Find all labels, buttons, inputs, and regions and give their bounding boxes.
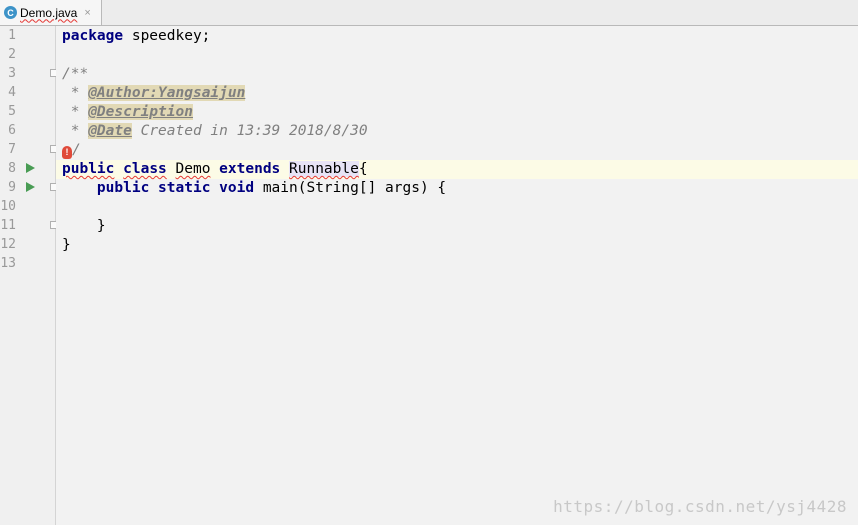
gutter-line: 4 (0, 83, 55, 102)
error-bulb-icon[interactable]: ! (62, 146, 72, 159)
gutter-line: 8 (0, 159, 55, 178)
line-number: 6 (8, 123, 16, 138)
line-number: 2 (8, 47, 16, 62)
javadoc-tag: @Date (88, 123, 132, 139)
line-number: 9 (8, 180, 16, 195)
line-number: 10 (0, 199, 16, 214)
code-line[interactable]: public static void main(String[] args) { (62, 179, 858, 198)
code-line[interactable]: package speedkey; (62, 27, 858, 46)
javadoc-tag: @Description (88, 104, 193, 120)
class-c-icon: C (4, 6, 17, 19)
run-icon[interactable] (26, 182, 35, 192)
gutter-line: 10 (0, 197, 55, 216)
code-line[interactable]: } (62, 236, 858, 255)
code-line[interactable]: } (62, 217, 858, 236)
run-icon[interactable] (26, 163, 35, 173)
gutter-line: 9 (0, 178, 58, 197)
line-number: 8 (8, 161, 16, 176)
code-line[interactable]: ! / (62, 141, 858, 160)
gutter-line: 1 (0, 26, 55, 45)
editor-tab-bar: C Demo.java × (0, 0, 858, 26)
gutter-line: 3 (0, 64, 58, 83)
close-icon[interactable]: × (84, 7, 90, 19)
gutter-line: 7 (0, 140, 58, 159)
gutter-line: 11 (0, 216, 58, 235)
code-editor[interactable]: package speedkey; /** * @Author:Yangsaij… (56, 26, 858, 525)
tab-demo-java[interactable]: C Demo.java × (0, 0, 102, 25)
gutter-line: 13 (0, 254, 55, 273)
code-line[interactable]: * @Description (62, 103, 858, 122)
line-number: 4 (8, 85, 16, 100)
tab-filename[interactable]: Demo.java (20, 6, 77, 20)
gutter-line: 6 (0, 121, 55, 140)
code-line[interactable]: * @Date Created in 13:39 2018/8/30 (62, 122, 858, 141)
line-number: 13 (0, 256, 16, 271)
line-number: 3 (8, 66, 16, 81)
line-number: 5 (8, 104, 16, 119)
line-number-gutter: 1 2 3 4 5 6 7 8 9 10 11 12 13 (0, 26, 58, 525)
gutter-line: 5 (0, 102, 55, 121)
line-number: 12 (0, 237, 16, 252)
javadoc-tag: @Author:Yangsaijun (88, 85, 246, 101)
watermark-text: https://blog.csdn.net/ysj4428 (553, 497, 847, 516)
code-line[interactable]: * @Author:Yangsaijun (62, 84, 858, 103)
gutter-line: 12 (0, 235, 55, 254)
line-number: 11 (0, 218, 16, 233)
line-number: 1 (8, 28, 16, 43)
code-line[interactable]: /** (62, 65, 858, 84)
gutter-line: 2 (0, 45, 55, 64)
line-number: 7 (8, 142, 16, 157)
code-line[interactable]: public class Demo extends Runnable{ (62, 160, 858, 179)
